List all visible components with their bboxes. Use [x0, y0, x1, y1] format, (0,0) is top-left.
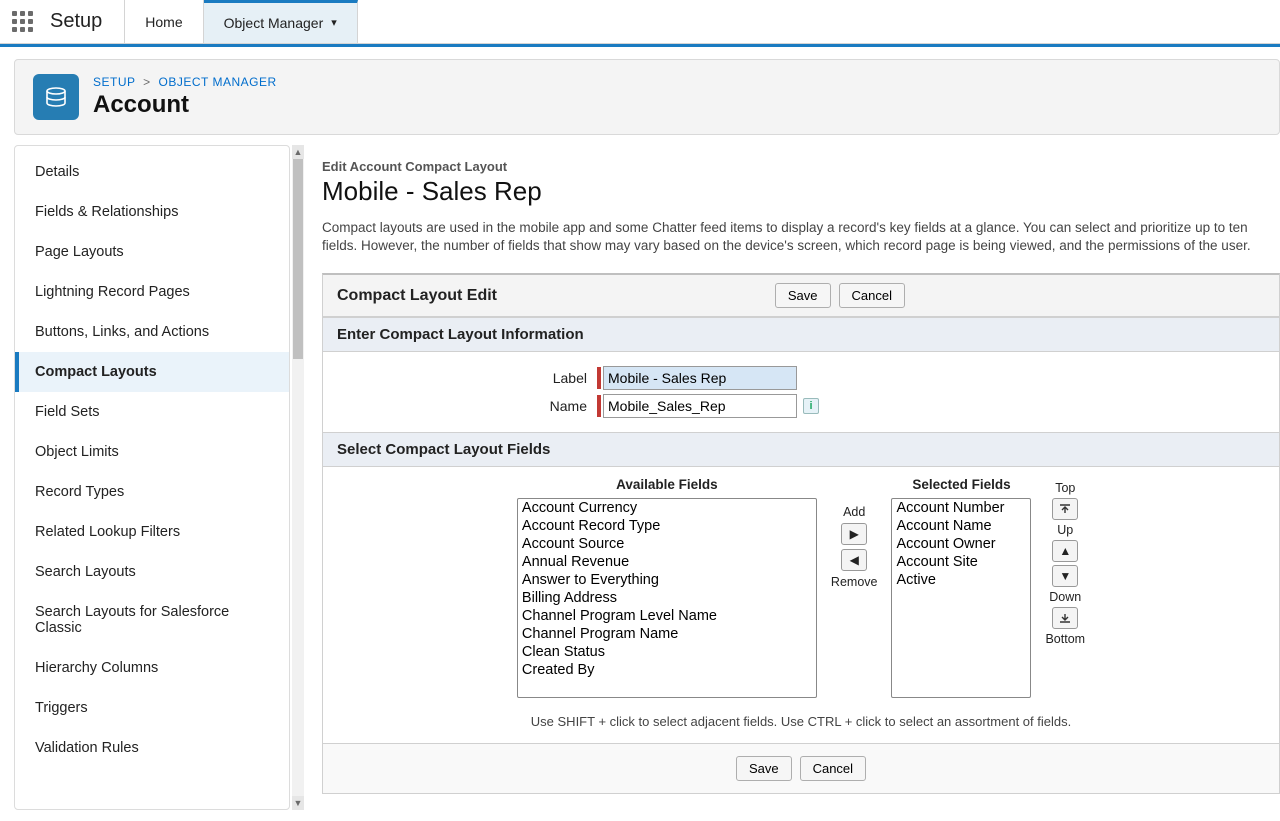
cancel-button-top[interactable]: Cancel [839, 283, 905, 308]
page-title: Account [93, 91, 277, 119]
move-top-button[interactable] [1052, 498, 1078, 520]
save-button-top[interactable]: Save [775, 283, 831, 308]
sidebar-item-page-layouts[interactable]: Page Layouts [15, 232, 289, 272]
form-block: Compact Layout Edit Save Cancel Enter Co… [322, 273, 1280, 794]
page-header: SETUP > OBJECT MANAGER Account [14, 59, 1280, 135]
brand-label: Setup [44, 0, 125, 43]
move-up-button[interactable]: ▲ [1052, 540, 1078, 562]
scroll-up-icon[interactable]: ▲ [292, 145, 304, 159]
breadcrumb-setup[interactable]: SETUP [93, 75, 135, 89]
selected-label: Selected Fields [891, 477, 1031, 492]
cancel-button-bottom[interactable]: Cancel [800, 756, 866, 781]
label-input[interactable] [603, 366, 797, 390]
top-label: Top [1055, 481, 1075, 495]
object-icon [33, 74, 79, 120]
save-button-bottom[interactable]: Save [736, 756, 792, 781]
sidebar-item-triggers[interactable]: Triggers [15, 688, 289, 728]
breadcrumb: SETUP > OBJECT MANAGER [93, 75, 277, 89]
scroll-down-icon[interactable]: ▼ [292, 796, 304, 810]
form-title: Compact Layout Edit [337, 287, 497, 305]
top-nav: Setup Home Object Manager ▾ [0, 0, 1280, 44]
add-button[interactable]: ▶ [841, 523, 867, 545]
sidebar-item-record-types[interactable]: Record Types [15, 472, 289, 512]
edit-title: Mobile - Sales Rep [322, 176, 1280, 207]
label-field-label: Label [337, 370, 597, 386]
bottom-label: Bottom [1045, 632, 1085, 646]
sidebar-item-search-layouts[interactable]: Search Layouts [15, 552, 289, 592]
sidebar-item-lightning-record-pages[interactable]: Lightning Record Pages [15, 272, 289, 312]
selected-fields-listbox[interactable]: Account NumberAccount NameAccount OwnerA… [891, 498, 1031, 698]
sidebar-item-compact-layouts[interactable]: Compact Layouts [15, 352, 289, 392]
down-label: Down [1049, 590, 1081, 604]
info-icon[interactable]: i [803, 398, 819, 414]
sidebar: DetailsFields & RelationshipsPage Layout… [14, 145, 290, 810]
app-launcher-icon[interactable] [0, 11, 44, 32]
main-content: Edit Account Compact Layout Mobile - Sal… [304, 145, 1280, 810]
chevron-down-icon: ▾ [331, 16, 337, 29]
section-info-header: Enter Compact Layout Information [323, 317, 1279, 352]
move-down-button[interactable]: ▼ [1052, 565, 1078, 587]
sidebar-scrollbar[interactable]: ▲ ▼ [292, 145, 304, 810]
scroll-thumb[interactable] [293, 159, 303, 359]
sidebar-item-field-sets[interactable]: Field Sets [15, 392, 289, 432]
sidebar-item-details[interactable]: Details [15, 152, 289, 192]
remove-label: Remove [831, 575, 878, 589]
remove-button[interactable]: ◀ [841, 549, 867, 571]
available-fields-listbox[interactable]: Account CurrencyAccount Record TypeAccou… [517, 498, 817, 698]
sidebar-item-related-lookup-filters[interactable]: Related Lookup Filters [15, 512, 289, 552]
sidebar-item-buttons-links-and-actions[interactable]: Buttons, Links, and Actions [15, 312, 289, 352]
up-label: Up [1057, 523, 1073, 537]
tab-object-manager[interactable]: Object Manager ▾ [204, 0, 358, 43]
edit-eyebrow: Edit Account Compact Layout [322, 159, 1280, 174]
move-bottom-button[interactable] [1052, 607, 1078, 629]
breadcrumb-object-manager[interactable]: OBJECT MANAGER [159, 75, 277, 89]
tab-home[interactable]: Home [125, 0, 203, 43]
sidebar-item-object-limits[interactable]: Object Limits [15, 432, 289, 472]
sidebar-item-fields-relationships[interactable]: Fields & Relationships [15, 192, 289, 232]
name-field-label: Name [337, 398, 597, 414]
top-accent-line [0, 44, 1280, 47]
required-indicator [597, 395, 601, 417]
section-fields-header: Select Compact Layout Fields [323, 432, 1279, 467]
available-label: Available Fields [517, 477, 817, 492]
sidebar-item-hierarchy-columns[interactable]: Hierarchy Columns [15, 648, 289, 688]
required-indicator [597, 367, 601, 389]
description: Compact layouts are used in the mobile a… [322, 219, 1280, 255]
add-label: Add [843, 505, 865, 519]
selection-hint: Use SHIFT + click to select adjacent fie… [323, 708, 1279, 743]
sidebar-item-validation-rules[interactable]: Validation Rules [15, 728, 289, 768]
name-input[interactable] [603, 394, 797, 418]
sidebar-item-search-layouts-for-salesforce-classic[interactable]: Search Layouts for Salesforce Classic [15, 592, 289, 648]
